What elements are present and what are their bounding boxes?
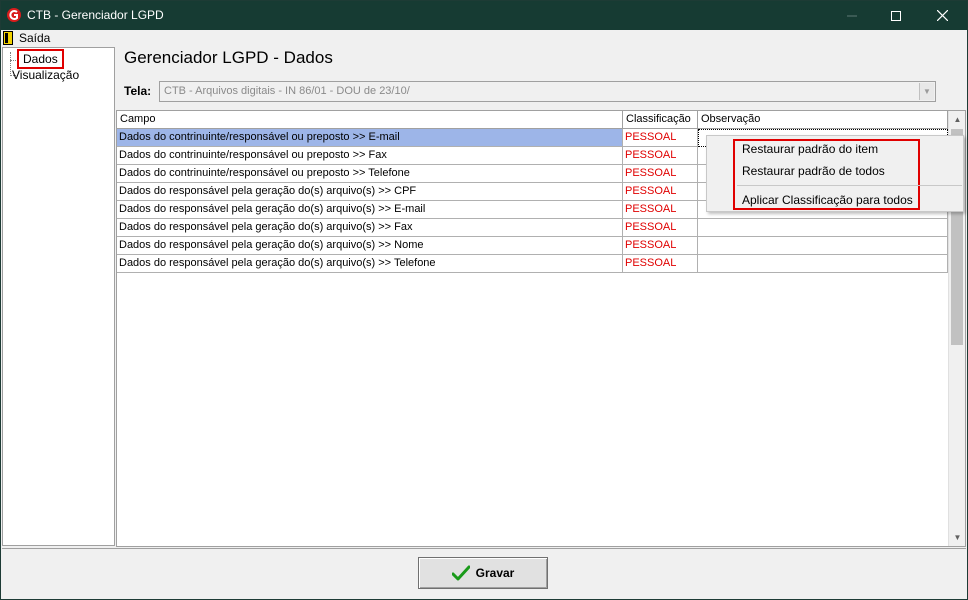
- window-title: CTB - Gerenciador LGPD: [27, 8, 164, 22]
- title-bar[interactable]: CTB - Gerenciador LGPD: [1, 1, 967, 30]
- chevron-down-icon[interactable]: ▼: [919, 83, 934, 100]
- tree-connector: [10, 60, 16, 61]
- table-row[interactable]: Dados do responsável pela geração do(s) …: [117, 255, 948, 273]
- menu-separator: [737, 185, 962, 186]
- close-button[interactable]: [919, 1, 965, 30]
- cell-classificacao[interactable]: PESSOAL: [623, 147, 698, 165]
- table-row[interactable]: Dados do responsável pela geração do(s) …: [117, 219, 948, 237]
- tela-select-value: CTB - Arquivos digitais - IN 86/01 - DOU…: [164, 85, 410, 97]
- cell-classificacao[interactable]: PESSOAL: [623, 183, 698, 201]
- tela-select[interactable]: CTB - Arquivos digitais - IN 86/01 - DOU…: [159, 81, 936, 102]
- cell-campo[interactable]: Dados do responsável pela geração do(s) …: [117, 201, 623, 219]
- cell-campo[interactable]: Dados do contrinuinte/responsável ou pre…: [117, 165, 623, 183]
- tree-item-dados[interactable]: Dados: [17, 49, 64, 69]
- column-header-observacao[interactable]: Observação: [698, 111, 948, 129]
- save-button-label: Gravar: [475, 566, 515, 580]
- door-exit-icon: [3, 31, 13, 45]
- cell-observacao[interactable]: [698, 255, 948, 273]
- menu-item-restaurar-item[interactable]: Restaurar padrão do item: [742, 142, 878, 156]
- cell-campo[interactable]: Dados do contrinuinte/responsável ou pre…: [117, 129, 623, 147]
- grid-header: Campo Classificação Observação: [117, 111, 948, 129]
- cell-classificacao[interactable]: PESSOAL: [623, 129, 698, 147]
- tree-item-visualizacao[interactable]: Visualização: [12, 68, 79, 82]
- context-menu: Restaurar padrão do item Restaurar padrã…: [706, 135, 964, 212]
- tela-label: Tela:: [124, 84, 152, 98]
- menu-exit[interactable]: Saída: [3, 30, 50, 46]
- menu-item-aplicar-todos[interactable]: Aplicar Classificação para todos: [742, 193, 913, 207]
- close-icon: [936, 10, 948, 21]
- cell-campo[interactable]: Dados do responsável pela geração do(s) …: [117, 237, 623, 255]
- maximize-button[interactable]: [873, 1, 919, 30]
- minimize-icon: [847, 15, 857, 16]
- cell-classificacao[interactable]: PESSOAL: [623, 165, 698, 183]
- cell-observacao[interactable]: [698, 219, 948, 237]
- scroll-down-icon[interactable]: ▼: [949, 529, 965, 546]
- cell-campo[interactable]: Dados do contrinuinte/responsável ou pre…: [117, 147, 623, 165]
- tree-item-label: Dados: [17, 49, 64, 69]
- cell-campo[interactable]: Dados do responsável pela geração do(s) …: [117, 219, 623, 237]
- cell-campo[interactable]: Dados do responsável pela geração do(s) …: [117, 255, 623, 273]
- menu-item-restaurar-todos[interactable]: Restaurar padrão de todos: [742, 164, 885, 178]
- cell-classificacao[interactable]: PESSOAL: [623, 201, 698, 219]
- minimize-button[interactable]: [829, 1, 875, 30]
- navigation-tree: Dados Visualização: [2, 47, 115, 546]
- column-header-classificacao[interactable]: Classificação: [623, 111, 698, 129]
- table-row[interactable]: Dados do responsável pela geração do(s) …: [117, 237, 948, 255]
- tree-item-label: Visualização: [12, 68, 80, 82]
- cell-classificacao[interactable]: PESSOAL: [623, 237, 698, 255]
- cell-campo[interactable]: Dados do responsável pela geração do(s) …: [117, 183, 623, 201]
- cell-observacao[interactable]: [698, 237, 948, 255]
- column-header-campo[interactable]: Campo: [117, 111, 623, 129]
- app-window: CTB - Gerenciador LGPD Saída Dados Visua…: [0, 0, 968, 600]
- menu-bar: Saída: [1, 30, 967, 46]
- cell-classificacao[interactable]: PESSOAL: [623, 219, 698, 237]
- app-logo-icon: [7, 8, 21, 22]
- tree-connector: [10, 52, 11, 76]
- page-title: Gerenciador LGPD - Dados: [124, 48, 333, 67]
- green-check-icon: [451, 565, 470, 581]
- menu-exit-label: Saída: [19, 31, 51, 45]
- maximize-icon: [891, 10, 901, 21]
- scroll-up-icon[interactable]: ▲: [949, 111, 965, 128]
- save-button[interactable]: Gravar: [418, 557, 548, 589]
- cell-classificacao[interactable]: PESSOAL: [623, 255, 698, 273]
